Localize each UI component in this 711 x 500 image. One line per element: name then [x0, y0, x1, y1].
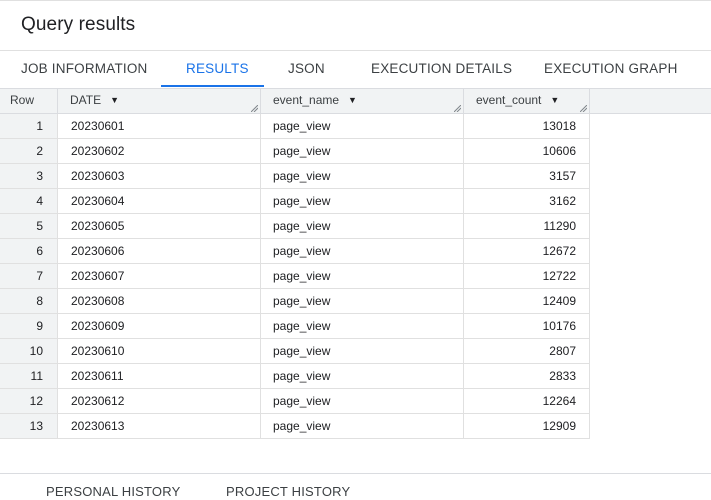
table-row[interactable]: 1 20230601 page_view 13018	[0, 114, 590, 139]
tab-execution-graph[interactable]: EXECUTION GRAPH	[544, 51, 678, 88]
row-number-cell: 2	[0, 139, 58, 163]
date-cell[interactable]: 20230607	[58, 264, 261, 288]
column-header-row: Row	[0, 89, 58, 113]
column-resize-handle-icon[interactable]	[454, 105, 461, 112]
date-cell[interactable]: 20230605	[58, 214, 261, 238]
column-header-label: DATE	[70, 93, 102, 107]
table-header: Row DATE ▼ event_name ▼ event_count ▼	[0, 89, 711, 114]
panel-title: Query results	[21, 14, 136, 35]
row-number-cell: 6	[0, 239, 58, 263]
history-divider	[0, 473, 711, 474]
event-count-cell[interactable]: 12264	[464, 389, 590, 413]
arrow-drop-down-icon[interactable]: ▼	[550, 89, 559, 112]
active-tab-indicator	[161, 85, 264, 87]
column-header-date[interactable]: DATE ▼	[58, 89, 261, 113]
tab-execution-details[interactable]: EXECUTION DETAILS	[371, 51, 512, 88]
event-count-cell[interactable]: 10176	[464, 314, 590, 338]
column-header-label: event_count	[476, 93, 542, 107]
row-number-cell: 8	[0, 289, 58, 313]
date-cell[interactable]: 20230613	[58, 414, 261, 438]
event-name-cell[interactable]: page_view	[261, 264, 464, 288]
event-name-cell[interactable]: page_view	[261, 364, 464, 388]
event-name-cell[interactable]: page_view	[261, 139, 464, 163]
date-cell[interactable]: 20230602	[58, 139, 261, 163]
event-count-cell[interactable]: 12672	[464, 239, 590, 263]
table-row[interactable]: 6 20230606 page_view 12672	[0, 239, 590, 264]
column-resize-handle-icon[interactable]	[580, 105, 587, 112]
date-cell[interactable]: 20230610	[58, 339, 261, 363]
event-count-cell[interactable]: 10606	[464, 139, 590, 163]
event-count-cell[interactable]: 12722	[464, 264, 590, 288]
table-row[interactable]: 13 20230613 page_view 12909	[0, 414, 590, 439]
event-name-cell[interactable]: page_view	[261, 389, 464, 413]
table-row[interactable]: 12 20230612 page_view 12264	[0, 389, 590, 414]
date-cell[interactable]: 20230612	[58, 389, 261, 413]
event-count-cell[interactable]: 2833	[464, 364, 590, 388]
table-row[interactable]: 7 20230607 page_view 12722	[0, 264, 590, 289]
row-number-cell: 13	[0, 414, 58, 438]
tab-personal-history[interactable]: PERSONAL HISTORY	[46, 484, 180, 499]
row-number-cell: 10	[0, 339, 58, 363]
date-cell[interactable]: 20230608	[58, 289, 261, 313]
tab-json[interactable]: JSON	[288, 51, 325, 88]
results-tab-bar: JOB INFORMATION RESULTS JSON EXECUTION D…	[0, 51, 711, 88]
table-row[interactable]: 3 20230603 page_view 3157	[0, 164, 590, 189]
column-resize-handle-icon[interactable]	[251, 105, 258, 112]
row-number-cell: 12	[0, 389, 58, 413]
row-number-cell: 7	[0, 264, 58, 288]
event-name-cell[interactable]: page_view	[261, 189, 464, 213]
row-number-cell: 5	[0, 214, 58, 238]
event-count-cell[interactable]: 3157	[464, 164, 590, 188]
event-name-cell[interactable]: page_view	[261, 314, 464, 338]
table-row[interactable]: 4 20230604 page_view 3162	[0, 189, 590, 214]
tab-job-information[interactable]: JOB INFORMATION	[21, 51, 148, 88]
event-count-cell[interactable]: 11290	[464, 214, 590, 238]
column-header-label: event_name	[273, 93, 340, 107]
column-header-label: Row	[10, 93, 35, 107]
table-row[interactable]: 11 20230611 page_view 2833	[0, 364, 590, 389]
table-row[interactable]: 10 20230610 page_view 2807	[0, 339, 590, 364]
tab-results[interactable]: RESULTS	[186, 51, 249, 88]
table-row[interactable]: 2 20230602 page_view 10606	[0, 139, 590, 164]
table-body: 1 20230601 page_view 13018 2 20230602 pa…	[0, 114, 590, 439]
date-cell[interactable]: 20230611	[58, 364, 261, 388]
event-name-cell[interactable]: page_view	[261, 339, 464, 363]
arrow-drop-down-icon[interactable]: ▼	[348, 89, 357, 112]
date-cell[interactable]: 20230604	[58, 189, 261, 213]
event-count-cell[interactable]: 12909	[464, 414, 590, 438]
date-cell[interactable]: 20230601	[58, 114, 261, 138]
row-number-cell: 1	[0, 114, 58, 138]
event-count-cell[interactable]: 13018	[464, 114, 590, 138]
table-row[interactable]: 8 20230608 page_view 12409	[0, 289, 590, 314]
tab-project-history[interactable]: PROJECT HISTORY	[226, 484, 350, 499]
event-name-cell[interactable]: page_view	[261, 164, 464, 188]
date-cell[interactable]: 20230609	[58, 314, 261, 338]
row-number-cell: 11	[0, 364, 58, 388]
arrow-drop-down-icon[interactable]: ▼	[110, 89, 119, 112]
event-name-cell[interactable]: page_view	[261, 214, 464, 238]
event-count-cell[interactable]: 12409	[464, 289, 590, 313]
table-row[interactable]: 9 20230609 page_view 10176	[0, 314, 590, 339]
row-number-cell: 9	[0, 314, 58, 338]
event-count-cell[interactable]: 3162	[464, 189, 590, 213]
column-header-event-name[interactable]: event_name ▼	[261, 89, 464, 113]
table-row[interactable]: 5 20230605 page_view 11290	[0, 214, 590, 239]
event-name-cell[interactable]: page_view	[261, 239, 464, 263]
column-header-event-count[interactable]: event_count ▼	[464, 89, 590, 113]
row-number-cell: 4	[0, 189, 58, 213]
event-name-cell[interactable]: page_view	[261, 414, 464, 438]
row-number-cell: 3	[0, 164, 58, 188]
event-count-cell[interactable]: 2807	[464, 339, 590, 363]
event-name-cell[interactable]: page_view	[261, 289, 464, 313]
date-cell[interactable]: 20230606	[58, 239, 261, 263]
event-name-cell[interactable]: page_view	[261, 114, 464, 138]
top-divider	[0, 0, 711, 1]
query-results-panel: Query results JOB INFORMATION RESULTS JS…	[0, 0, 711, 500]
date-cell[interactable]: 20230603	[58, 164, 261, 188]
